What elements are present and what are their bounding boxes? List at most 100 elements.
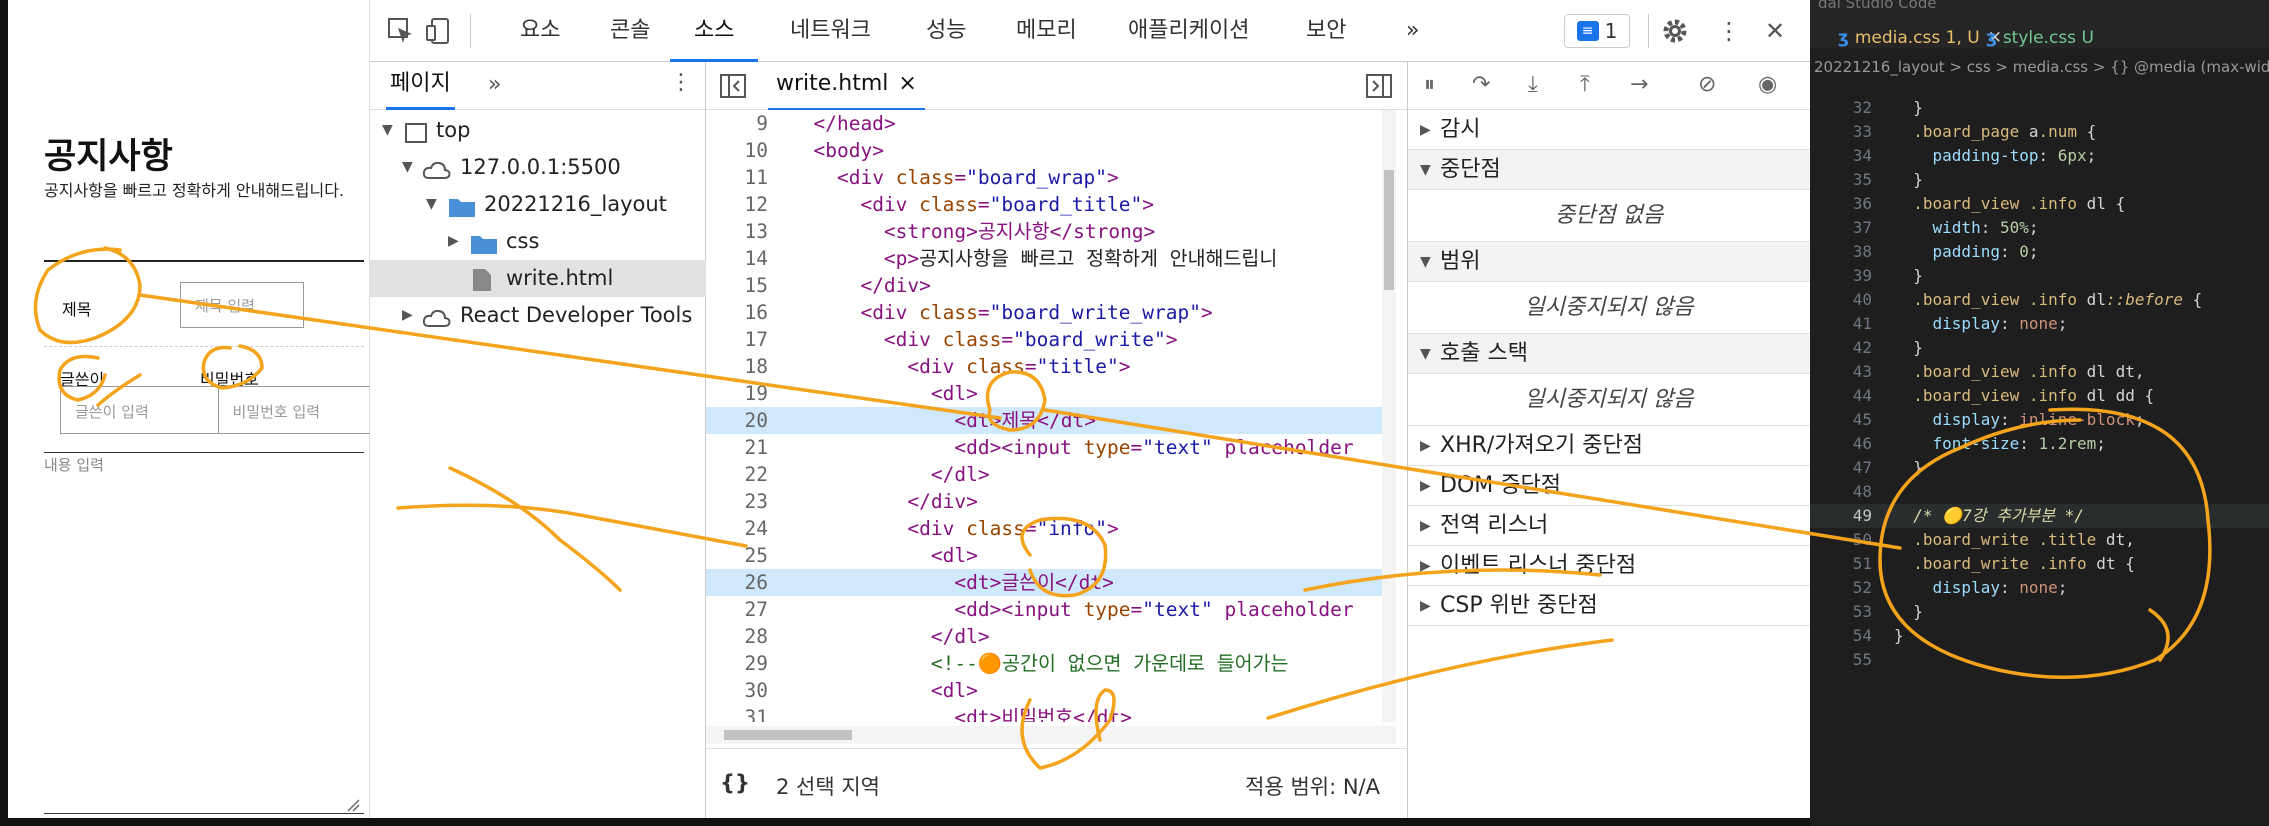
step-icon[interactable]: → <box>1630 72 1648 97</box>
more-tabs-button[interactable]: » <box>1406 0 1419 62</box>
debugger-section-header[interactable]: ▼ 범위 <box>1408 242 1810 282</box>
code-line[interactable]: 25 <dl> <box>706 542 1396 569</box>
line-number[interactable]: 29 <box>706 650 768 677</box>
line-number[interactable]: 25 <box>706 542 768 569</box>
code-line[interactable]: 17 <div class="board_write"> <box>706 326 1396 353</box>
title-input[interactable]: 제목 입력 <box>180 282 304 328</box>
deactivate-breakpoints-icon[interactable]: ⊘ <box>1698 72 1716 97</box>
tab-elements[interactable]: 요소 <box>520 0 560 62</box>
tree-item-write-html[interactable]: write.html <box>370 260 706 297</box>
code-line[interactable]: 13 <strong>공지사항</strong> <box>706 218 1396 245</box>
code-line[interactable]: 16 <div class="board_write_wrap"> <box>706 299 1396 326</box>
pretty-print-button[interactable]: {} <box>720 771 750 795</box>
navigator-kebab-icon[interactable]: ⋮ <box>670 70 692 95</box>
debugger-section-header[interactable]: ▶ XHR/가져오기 중단점 <box>1408 426 1810 466</box>
vscode-code-line[interactable]: 42 } <box>1810 336 2269 360</box>
line-number[interactable]: 26 <box>706 569 768 596</box>
code-line[interactable]: 12 <div class="board_title"> <box>706 191 1396 218</box>
debugger-section-header[interactable]: ▶ 전역 리스너 <box>1408 506 1810 546</box>
line-number[interactable]: 27 <box>706 596 768 623</box>
code-line[interactable]: 23 </div> <box>706 488 1396 515</box>
tree-item-origin[interactable]: ▼ 127.0.0.1:5500 <box>370 149 706 186</box>
vscode-code-line[interactable]: 52 display: none; <box>1810 576 2269 600</box>
content-textarea[interactable]: 내용 입력 <box>44 454 104 475</box>
pause-icon[interactable]: ⏸ <box>1424 72 1435 97</box>
step-out-icon[interactable]: ⤒ <box>1580 72 1590 97</box>
tab-sources[interactable]: 소스 <box>670 0 759 62</box>
line-number[interactable]: 9 <box>706 110 768 137</box>
line-number[interactable]: 15 <box>706 272 768 299</box>
code-line[interactable]: 10 <body> <box>706 137 1396 164</box>
line-number[interactable]: 24 <box>706 515 768 542</box>
vscode-code-line[interactable]: 32 } <box>1810 96 2269 120</box>
vscode-code-line[interactable]: 39 } <box>1810 264 2269 288</box>
code-line[interactable]: 27 <dd><input type="text" placeholder <box>706 596 1396 623</box>
vscode-code-line[interactable]: 44 .board_view .info dl dd { <box>1810 384 2269 408</box>
vscode-code-line[interactable]: 36 .board_view .info dl { <box>1810 192 2269 216</box>
vscode-code-line[interactable]: 47 } <box>1810 456 2269 480</box>
editor-horizontal-scrollbar[interactable] <box>706 726 1396 744</box>
tab-page[interactable]: 페이지 <box>386 62 455 110</box>
debugger-section-header[interactable]: ▶ CSP 위반 중단점 <box>1408 586 1810 626</box>
settings-gear-icon[interactable] <box>1660 16 1690 46</box>
line-number[interactable]: 28 <box>706 623 768 650</box>
close-tab-icon[interactable]: × <box>898 71 916 96</box>
line-number[interactable]: 18 <box>706 353 768 380</box>
vscode-code-line[interactable]: 33 .board_page a.num { <box>1810 120 2269 144</box>
inspect-element-icon[interactable] <box>386 16 416 46</box>
code-line[interactable]: 18 <div class="title"> <box>706 353 1396 380</box>
resize-handle-icon[interactable] <box>346 798 360 812</box>
tree-item-react-devtools[interactable]: ▶ React Developer Tools <box>370 297 706 334</box>
code-line[interactable]: 11 <div class="board_wrap"> <box>706 164 1396 191</box>
code-line[interactable]: 26 <dt>글쓴이</dt> <box>706 569 1396 596</box>
device-toolbar-icon[interactable] <box>424 16 454 46</box>
vscode-code-line[interactable]: 41 display: none; <box>1810 312 2269 336</box>
vscode-code-line[interactable]: 40 .board_view .info dl::before { <box>1810 288 2269 312</box>
vscode-code-line[interactable]: 55 <box>1810 648 2269 672</box>
vscode-editor[interactable]: 32 } 33 .board_page a.num {34 padding-top… <box>1810 96 2269 826</box>
debugger-section-header[interactable]: ▶ 이벤트 리스너 중단점 <box>1408 546 1810 586</box>
line-number[interactable]: 19 <box>706 380 768 407</box>
close-devtools-icon[interactable]: ✕ <box>1760 16 1790 46</box>
tree-item-folder-css[interactable]: ▶ css <box>370 223 706 260</box>
vscode-code-line[interactable]: 51 .board_write .info dt { <box>1810 552 2269 576</box>
vscode-code-line[interactable]: 49 /* 🟡7강 추가부분 */ <box>1810 504 2269 528</box>
vscode-tab-style-css[interactable]: ʒ style.css U <box>1986 28 2094 48</box>
tree-item-top[interactable]: ▼ top <box>370 112 706 149</box>
line-number[interactable]: 13 <box>706 218 768 245</box>
vscode-code-line[interactable]: 50 .board_write .title dt, <box>1810 528 2269 552</box>
vscode-code-line[interactable]: 43 .board_view .info dl dt, <box>1810 360 2269 384</box>
line-number[interactable]: 21 <box>706 434 768 461</box>
code-line[interactable]: 9 </head> <box>706 110 1396 137</box>
tab-network[interactable]: 네트워크 <box>790 0 871 62</box>
scrollbar-thumb[interactable] <box>1384 170 1394 290</box>
writer-input[interactable]: 글쓴이 입력 <box>61 387 218 433</box>
line-number[interactable]: 17 <box>706 326 768 353</box>
navigator-more-button[interactable]: » <box>488 72 501 97</box>
tab-memory[interactable]: 메모리 <box>1016 0 1077 62</box>
code-line[interactable]: 21 <dd><input type="text" placeholder <box>706 434 1396 461</box>
line-number[interactable]: 16 <box>706 299 768 326</box>
line-number[interactable]: 12 <box>706 191 768 218</box>
vscode-code-line[interactable]: 35 } <box>1810 168 2269 192</box>
debugger-section-header[interactable]: ▼ 중단점 <box>1408 150 1810 190</box>
code-line[interactable]: 31 <dt>비밀번호</dt> <box>706 704 1396 722</box>
step-over-icon[interactable]: ↷ <box>1472 72 1490 97</box>
vscode-code-line[interactable]: 53 } <box>1810 600 2269 624</box>
line-number[interactable]: 30 <box>706 677 768 704</box>
line-number[interactable]: 14 <box>706 245 768 272</box>
code-line[interactable]: 19 <dl> <box>706 380 1396 407</box>
editor-vertical-scrollbar[interactable] <box>1382 110 1396 722</box>
toggle-debugger-icon[interactable] <box>1366 74 1392 102</box>
code-line[interactable]: 14 <p>공지사항을 빠르고 정확하게 안내해드립니 <box>706 245 1396 272</box>
tab-application[interactable]: 애플리케이션 <box>1128 0 1249 62</box>
vscode-code-line[interactable]: 38 padding: 0; <box>1810 240 2269 264</box>
kebab-menu-icon[interactable]: ⋮ <box>1714 16 1744 46</box>
issues-badge[interactable]: ≡ 1 <box>1564 14 1630 48</box>
line-number[interactable]: 22 <box>706 461 768 488</box>
step-into-icon[interactable]: ⤓ <box>1528 72 1538 97</box>
scrollbar-thumb[interactable] <box>724 730 852 740</box>
toggle-navigator-icon[interactable] <box>720 74 746 102</box>
line-number[interactable]: 10 <box>706 137 768 164</box>
vscode-code-line[interactable]: 37 width: 50%; <box>1810 216 2269 240</box>
